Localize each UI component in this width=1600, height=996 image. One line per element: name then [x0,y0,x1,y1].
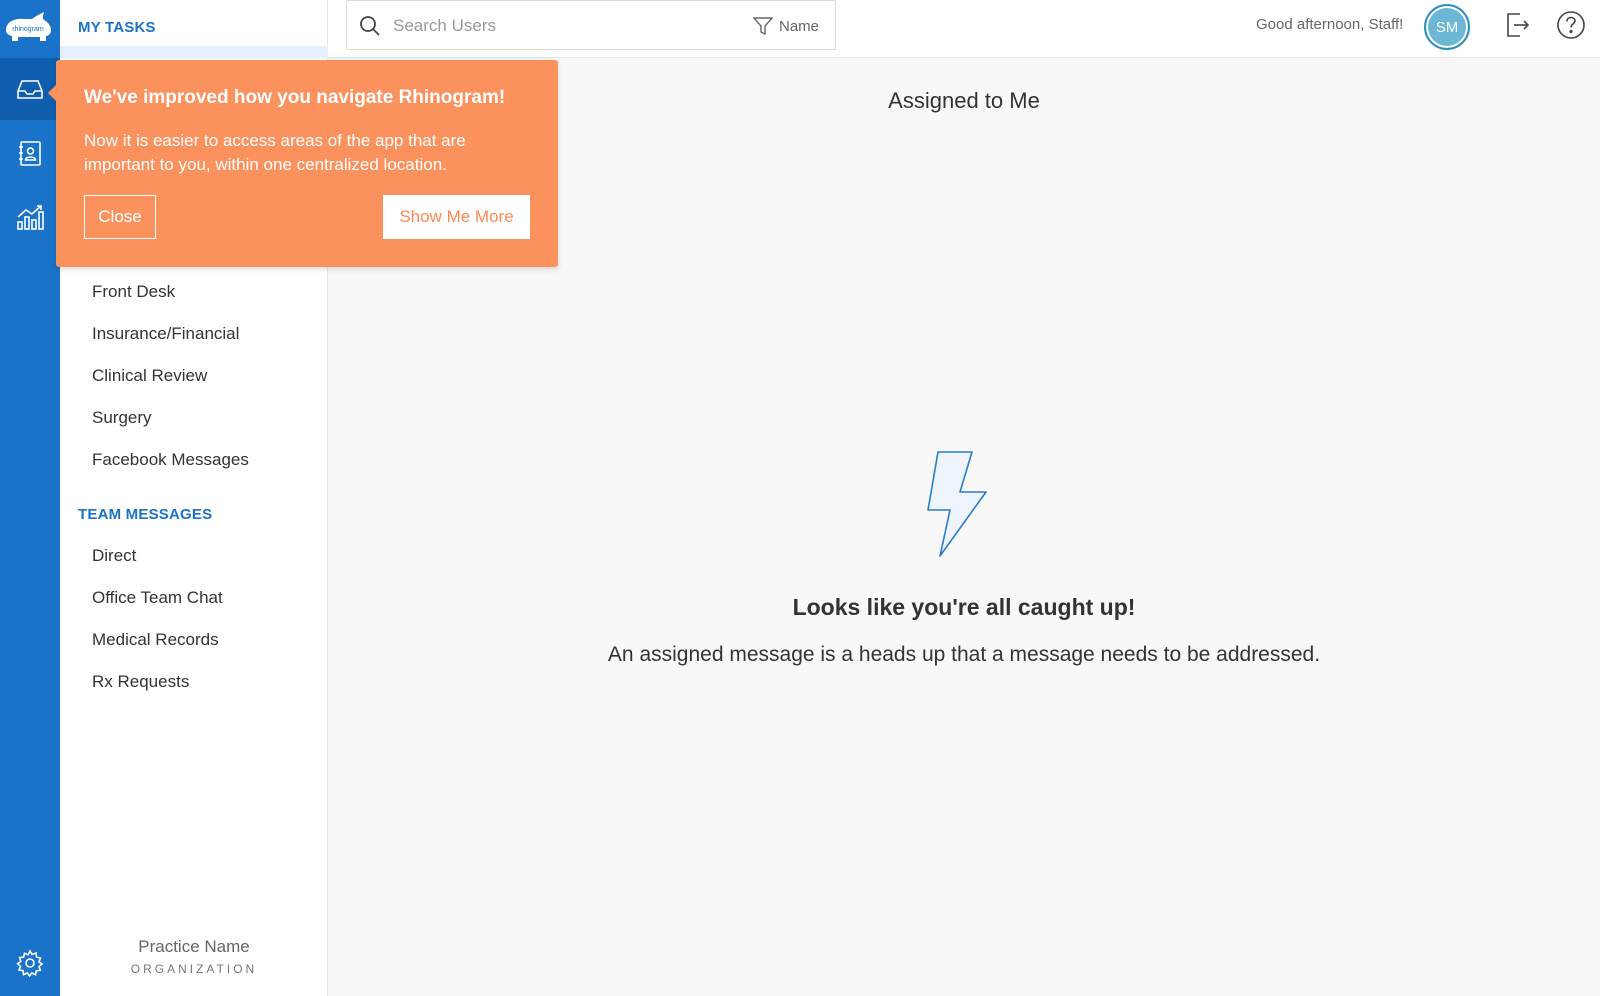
lightning-bolt-icon [927,451,987,557]
popup-title: We've improved how you navigate Rhinogra… [84,87,506,108]
empty-state-title: Looks like you're all caught up! [792,594,1136,620]
popup-body: Now it is easier to access areas of the … [84,131,466,174]
sidebar-item-office-team-chat[interactable]: Office Team Chat [92,588,223,608]
show-me-more-button[interactable]: Show Me More [383,195,530,239]
top-bar: Name Good afternoon, Staff! SM [328,0,1600,58]
sidebar-item-rx-requests[interactable]: Rx Requests [92,672,189,692]
search-box[interactable]: Name [346,0,836,50]
app-rail: rhinogram [0,0,60,996]
sidebar-item-surgery[interactable]: Surgery [92,408,152,428]
sidebar-item-medical-records[interactable]: Medical Records [92,630,219,650]
organization-name[interactable]: Practice Name [60,937,328,957]
sidebar-item-front-desk[interactable]: Front Desk [92,282,175,302]
popup-pointer [48,84,57,102]
help-icon[interactable] [1556,10,1586,40]
gear-icon [16,949,44,978]
logout-icon[interactable] [1502,10,1532,40]
user-avatar[interactable]: SM [1424,4,1470,50]
sidebar-item-direct[interactable]: Direct [92,546,136,566]
filter-dropdown[interactable]: Name [752,15,819,37]
sidebar-selected-item[interactable] [60,46,328,58]
organization-label: ORGANIZATION [130,962,258,976]
my-tasks-heading: MY TASKS [78,19,156,36]
greeting-text: Good afternoon, Staff! [1256,16,1404,33]
sidebar-item-clinical-review[interactable]: Clinical Review [92,366,207,386]
rail-contacts[interactable] [0,122,60,184]
empty-state-subtitle: An assigned message is a heads up that a… [607,643,1321,666]
rhinogram-logo[interactable]: rhinogram [2,10,54,44]
svg-text:rhinogram: rhinogram [12,26,44,33]
sidebar-item-insurance-financial[interactable]: Insurance/Financial [92,324,239,344]
contacts-icon [19,141,41,166]
filter-label: Name [778,17,819,35]
inbox-icon [17,80,43,99]
team-messages-heading: TEAM MESSAGES [78,506,213,523]
filter-icon [752,17,773,36]
search-icon [360,16,380,36]
rail-settings[interactable] [0,932,60,994]
analytics-icon [17,205,44,230]
search-input[interactable] [393,11,743,41]
rail-analytics[interactable] [0,186,60,248]
close-button[interactable]: Close [84,195,156,239]
sidebar-item-facebook-messages[interactable]: Facebook Messages [92,450,249,470]
navigation-tip-popup: We've improved how you navigate Rhinogra… [48,60,558,267]
